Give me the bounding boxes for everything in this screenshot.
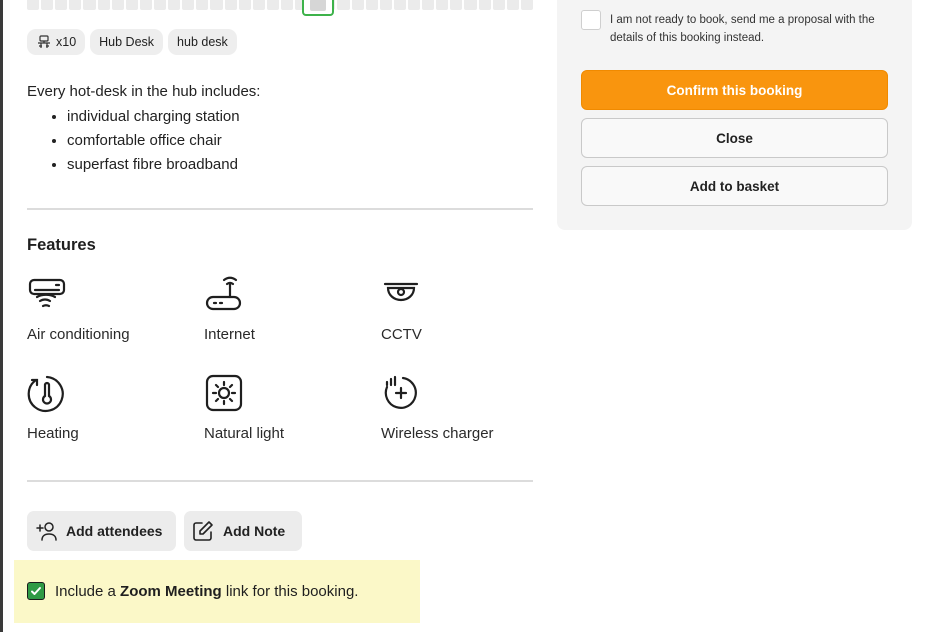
time-slot[interactable] bbox=[139, 0, 152, 10]
tag-hub-desk: Hub Desk bbox=[90, 29, 164, 55]
space-description: Every hot-desk in the hub includes: indi… bbox=[27, 83, 260, 177]
timeline-handle-grip bbox=[310, 0, 326, 11]
close-button[interactable]: Close bbox=[581, 118, 888, 158]
list-item: superfast fibre broadband bbox=[67, 153, 260, 177]
time-slot[interactable] bbox=[125, 0, 138, 10]
time-slot[interactable] bbox=[351, 0, 364, 10]
features-heading: Features bbox=[27, 236, 96, 254]
time-slot[interactable] bbox=[252, 0, 265, 10]
time-slot[interactable] bbox=[111, 0, 124, 10]
description-intro: Every hot-desk in the hub includes: bbox=[27, 83, 261, 100]
zoom-meeting-checkbox[interactable] bbox=[27, 582, 45, 600]
tag-label: hub desk bbox=[177, 35, 228, 49]
time-slot[interactable] bbox=[196, 0, 209, 10]
add-attendees-button[interactable]: Add attendees bbox=[27, 511, 176, 551]
zoom-prefix: Include a bbox=[55, 583, 121, 600]
edit-note-icon bbox=[193, 521, 213, 541]
wireless-charger-icon bbox=[384, 375, 417, 409]
feature-label: Heating bbox=[27, 425, 79, 442]
tag-label: x10 bbox=[56, 35, 77, 49]
feature-label: Internet bbox=[204, 326, 255, 343]
time-slot[interactable] bbox=[153, 0, 167, 10]
feature-internet: Internet bbox=[204, 274, 374, 343]
timeline-selection-handle[interactable] bbox=[302, 0, 334, 16]
time-slot[interactable] bbox=[365, 0, 378, 10]
feature-wireless-charger: Wireless charger bbox=[381, 373, 551, 442]
list-item: individual charging station bbox=[67, 105, 260, 129]
add-user-icon bbox=[36, 522, 57, 541]
time-slot[interactable] bbox=[422, 0, 435, 10]
cctv-camera-icon bbox=[383, 282, 419, 302]
feature-heating: Heating bbox=[27, 373, 197, 442]
tag-list: x10 Hub Desk hub desk bbox=[27, 29, 237, 55]
add-to-basket-button[interactable]: Add to basket bbox=[581, 166, 888, 206]
time-slot[interactable] bbox=[280, 0, 294, 10]
checkmark-icon bbox=[31, 587, 41, 595]
feature-cctv: CCTV bbox=[381, 274, 551, 343]
tag-capacity: x10 bbox=[27, 29, 86, 55]
section-divider bbox=[27, 480, 533, 482]
time-slot[interactable] bbox=[337, 0, 350, 10]
time-slot[interactable] bbox=[436, 0, 449, 10]
time-slot[interactable] bbox=[464, 0, 477, 10]
time-slot[interactable] bbox=[379, 0, 392, 10]
add-note-label: Add Note bbox=[223, 523, 286, 539]
time-slot[interactable] bbox=[182, 0, 195, 10]
air-conditioning-icon bbox=[28, 278, 66, 308]
proposal-checkbox-label[interactable]: I am not ready to book, send me a propos… bbox=[610, 11, 890, 47]
time-slot[interactable] bbox=[41, 0, 54, 10]
time-slot[interactable] bbox=[69, 0, 82, 10]
zoom-meeting-option: Include a Zoom Meeting link for this boo… bbox=[14, 560, 420, 623]
time-slot[interactable] bbox=[520, 0, 533, 10]
time-slot[interactable] bbox=[224, 0, 237, 10]
booking-panel: I am not ready to book, send me a propos… bbox=[557, 0, 912, 230]
time-slot[interactable] bbox=[266, 0, 279, 10]
add-note-button[interactable]: Add Note bbox=[184, 511, 302, 551]
time-slot[interactable] bbox=[27, 0, 40, 10]
desk-chair-icon bbox=[38, 35, 50, 48]
router-icon bbox=[205, 276, 242, 311]
thermometer-icon bbox=[27, 375, 64, 413]
window-edge bbox=[0, 0, 3, 632]
feature-label: Wireless charger bbox=[381, 425, 494, 442]
zoom-meeting-label[interactable]: Include a Zoom Meeting link for this boo… bbox=[55, 583, 358, 600]
zoom-brand: Zoom Meeting bbox=[120, 583, 222, 600]
confirm-booking-button[interactable]: Confirm this booking bbox=[581, 70, 888, 110]
time-slot[interactable] bbox=[168, 0, 181, 10]
feature-label: Air conditioning bbox=[27, 326, 130, 343]
time-slot[interactable] bbox=[55, 0, 68, 10]
tag-label: Hub Desk bbox=[99, 35, 155, 49]
time-slot[interactable] bbox=[393, 0, 406, 10]
feature-air-conditioning: Air conditioning bbox=[27, 274, 197, 343]
time-slot[interactable] bbox=[478, 0, 491, 10]
time-slot-strip[interactable] bbox=[27, 0, 533, 16]
add-attendees-label: Add attendees bbox=[66, 523, 163, 539]
time-slot[interactable] bbox=[506, 0, 519, 10]
time-slot[interactable] bbox=[97, 0, 110, 10]
time-slot[interactable] bbox=[238, 0, 251, 10]
time-slot[interactable] bbox=[407, 0, 421, 10]
section-divider bbox=[27, 208, 533, 210]
list-item: comfortable office chair bbox=[67, 129, 260, 153]
feature-label: CCTV bbox=[381, 326, 422, 343]
time-slot[interactable] bbox=[450, 0, 463, 10]
tag-hub-desk-lower: hub desk bbox=[168, 29, 237, 55]
time-slot[interactable] bbox=[210, 0, 223, 10]
feature-label: Natural light bbox=[204, 425, 285, 442]
amenity-list: individual charging station comfortable … bbox=[27, 105, 260, 177]
proposal-checkbox[interactable] bbox=[581, 10, 601, 30]
zoom-suffix: link for this booking. bbox=[221, 583, 359, 600]
time-slot[interactable] bbox=[492, 0, 505, 10]
feature-natural-light: Natural light bbox=[204, 373, 374, 442]
time-slot[interactable] bbox=[83, 0, 96, 10]
sun-icon bbox=[205, 374, 243, 412]
